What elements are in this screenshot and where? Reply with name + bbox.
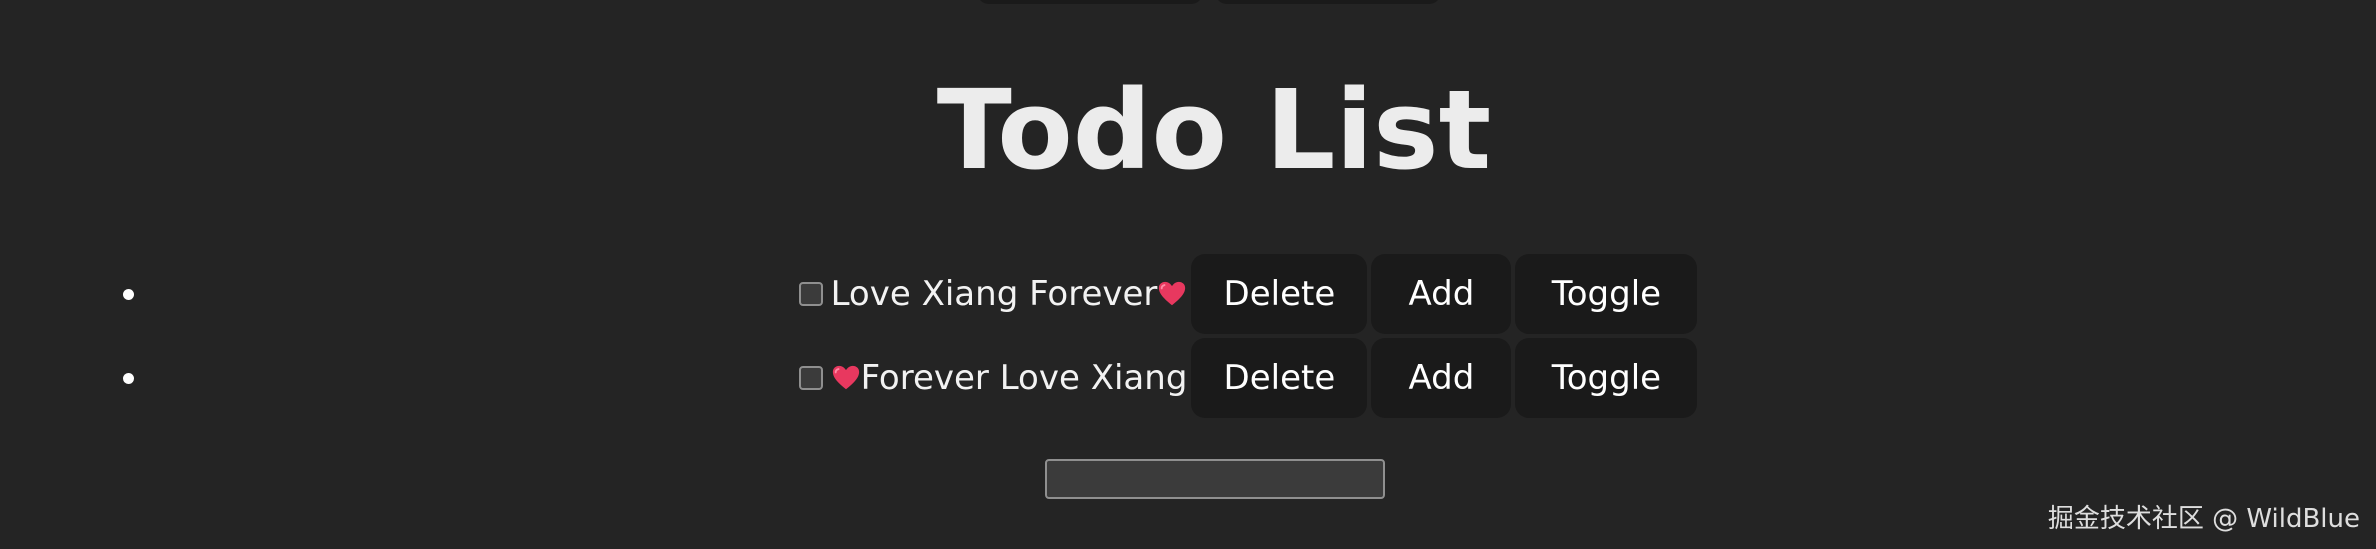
todo-checkbox[interactable] — [798, 366, 823, 390]
toggle-button[interactable]: Toggle — [1515, 254, 1698, 334]
heart-icon — [831, 363, 861, 393]
watermark: 掘金技术社区 @ WildBlue — [2047, 504, 2360, 534]
delete-button[interactable]: Delete — [1191, 254, 1368, 334]
top-button-bar — [977, 0, 1441, 4]
todo-actions: Delete Add Toggle — [1191, 338, 1698, 418]
todo-item: Forever Love Xiang Delete Add Toggle — [60, 336, 2376, 420]
page-title: Todo List — [936, 66, 1492, 194]
todo-list: Love Xiang Forever Delete Add Toggle For… — [0, 252, 2376, 420]
add-button[interactable]: Add — [1371, 338, 1512, 418]
todo-item: Love Xiang Forever Delete Add Toggle — [60, 252, 2376, 336]
todo-label: Love Xiang Forever — [830, 274, 1158, 314]
list-bullet — [123, 373, 134, 384]
list-bullet — [123, 289, 134, 300]
todo-label: Forever Love Xiang — [860, 358, 1188, 398]
top-button-right[interactable] — [1215, 0, 1441, 4]
todo-checkbox[interactable] — [798, 282, 823, 306]
heart-icon — [1157, 279, 1187, 309]
delete-button[interactable]: Delete — [1191, 338, 1368, 418]
new-todo-input[interactable] — [1045, 459, 1385, 499]
top-button-left[interactable] — [977, 0, 1203, 4]
toggle-button[interactable]: Toggle — [1515, 338, 1698, 418]
add-button[interactable]: Add — [1371, 254, 1512, 334]
todo-actions: Delete Add Toggle — [1191, 254, 1698, 334]
todo-text: Forever Love Xiang — [831, 358, 1188, 398]
todo-text: Love Xiang Forever — [831, 274, 1188, 314]
